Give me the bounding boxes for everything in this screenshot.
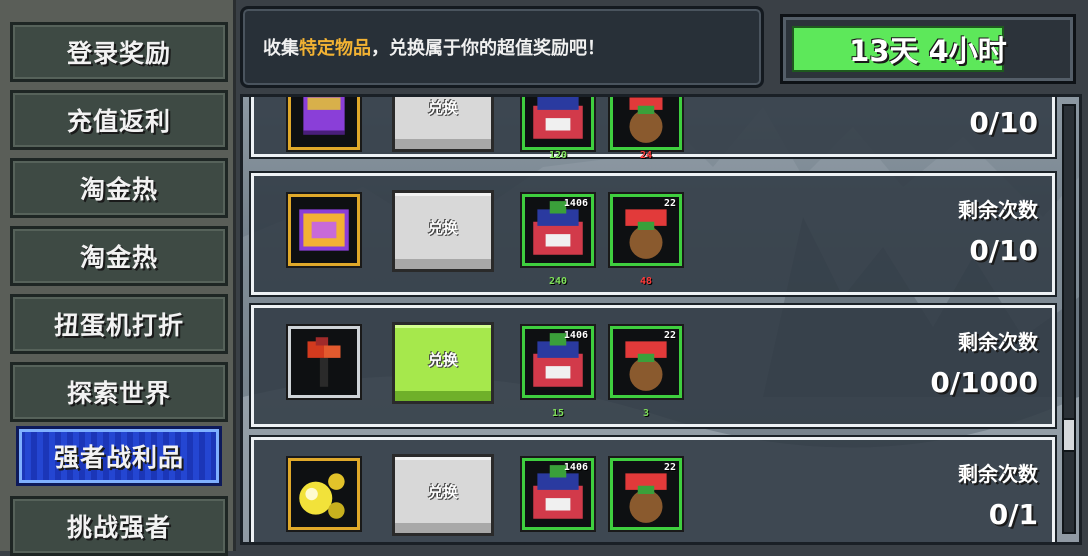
remaining-label: 剩余次数 [958,462,1038,486]
remaining-label: 剩余次数 [958,330,1038,354]
cost-2-owned: 22 [663,198,676,209]
cost-slot-1 [522,97,594,150]
exchange-button[interactable]: 兑换 [392,190,494,272]
reward-slot [288,194,360,266]
gold-ticket-icon [299,209,349,251]
cost-slot-2: 22 [610,458,682,530]
cost-slot-2: 22 [610,194,682,266]
cost-2-required: 3 [642,408,650,419]
cost-slot-1: 1406 [522,326,594,398]
exchange-row-4: 兑换 1406 22 剩余次数 0/1 [251,437,1055,542]
cost-1-required: 15 [551,408,565,419]
remaining-count: 0/10 [969,106,1038,139]
exchange-button[interactable]: 兑换 [392,322,494,404]
banner-text-highlight: 特定物品 [299,38,371,59]
reward-slot [288,97,360,150]
sidebar-item-challenge-champion[interactable]: 挑战强者 [10,496,228,556]
countdown-text: 13天 4小时 [849,34,1007,68]
list-scrollbar[interactable] [1062,104,1076,534]
red-flower-pouch-icon [629,97,663,143]
scroll-character-icon [533,97,583,139]
countdown-timer: 13天 4小时 [780,14,1076,84]
sidebar-item-gold-rush-2[interactable]: 淘金热 [10,226,228,286]
cost-2-owned: 22 [663,330,676,341]
exchange-button[interactable]: 兑换 [392,454,494,536]
cost-2-required: 48 [639,276,653,287]
list-scrollbar-thumb[interactable] [1062,418,1076,452]
exchange-list[interactable]: 兑换 120 24 0/10 兑换 1406 240 22 48 剩余次数 0/… [240,94,1082,545]
banner-text-before: 收集 [263,38,299,59]
gold-orbs-icon [299,473,345,519]
sidebar-item-explore-world[interactable]: 探索世界 [10,362,228,422]
exchange-row-3: 兑换 1406 15 22 3 剩余次数 0/1000 [251,305,1055,427]
remaining-count: 0/1 [988,498,1038,531]
reward-slot [288,458,360,530]
sidebar-item-gacha-discount[interactable]: 扭蛋机打折 [10,294,228,354]
cost-1-owned: 1406 [563,198,588,209]
sidebar-item-gold-rush-1[interactable]: 淘金热 [10,158,228,218]
cost-1-required: 240 [548,276,568,287]
sidebar: 登录奖励 充值返利 淘金热 淘金热 扭蛋机打折 探索世界 强者战利品 挑战强者 [0,0,236,556]
cost-slot-2 [610,97,682,150]
exchange-row-2: 兑换 1406 240 22 48 剩余次数 0/10 [251,173,1055,295]
sidebar-item-login-reward[interactable]: 登录奖励 [10,22,228,82]
cost-slot-2: 22 [610,326,682,398]
cost-1-owned: 1406 [563,330,588,341]
cost-2-required: 24 [639,150,653,161]
exchange-button[interactable]: 兑换 [392,97,494,152]
sidebar-item-champion-loot[interactable]: 强者战利品 [16,426,222,486]
cost-slot-1: 1406 [522,458,594,530]
cost-slot-1: 1406 [522,194,594,266]
remaining-count: 0/10 [969,234,1038,267]
remaining-label: 剩余次数 [958,198,1038,222]
cost-1-owned: 1406 [563,462,588,473]
exchange-row-1: 兑换 120 24 0/10 [251,97,1055,161]
sidebar-item-recharge-rebate[interactable]: 充值返利 [10,90,228,150]
reward-slot [288,326,360,398]
banner-text-after: ，兑换属于你的超值奖励吧！ [371,38,605,59]
event-description-banner: 收集 特定物品 ，兑换属于你的超值奖励吧！ [240,6,764,88]
red-flower-plant-icon [307,337,341,387]
cost-2-owned: 22 [663,462,676,473]
remaining-count: 0/1000 [930,366,1038,399]
purple-book-icon [303,97,345,135]
cost-1-required: 120 [548,150,568,161]
